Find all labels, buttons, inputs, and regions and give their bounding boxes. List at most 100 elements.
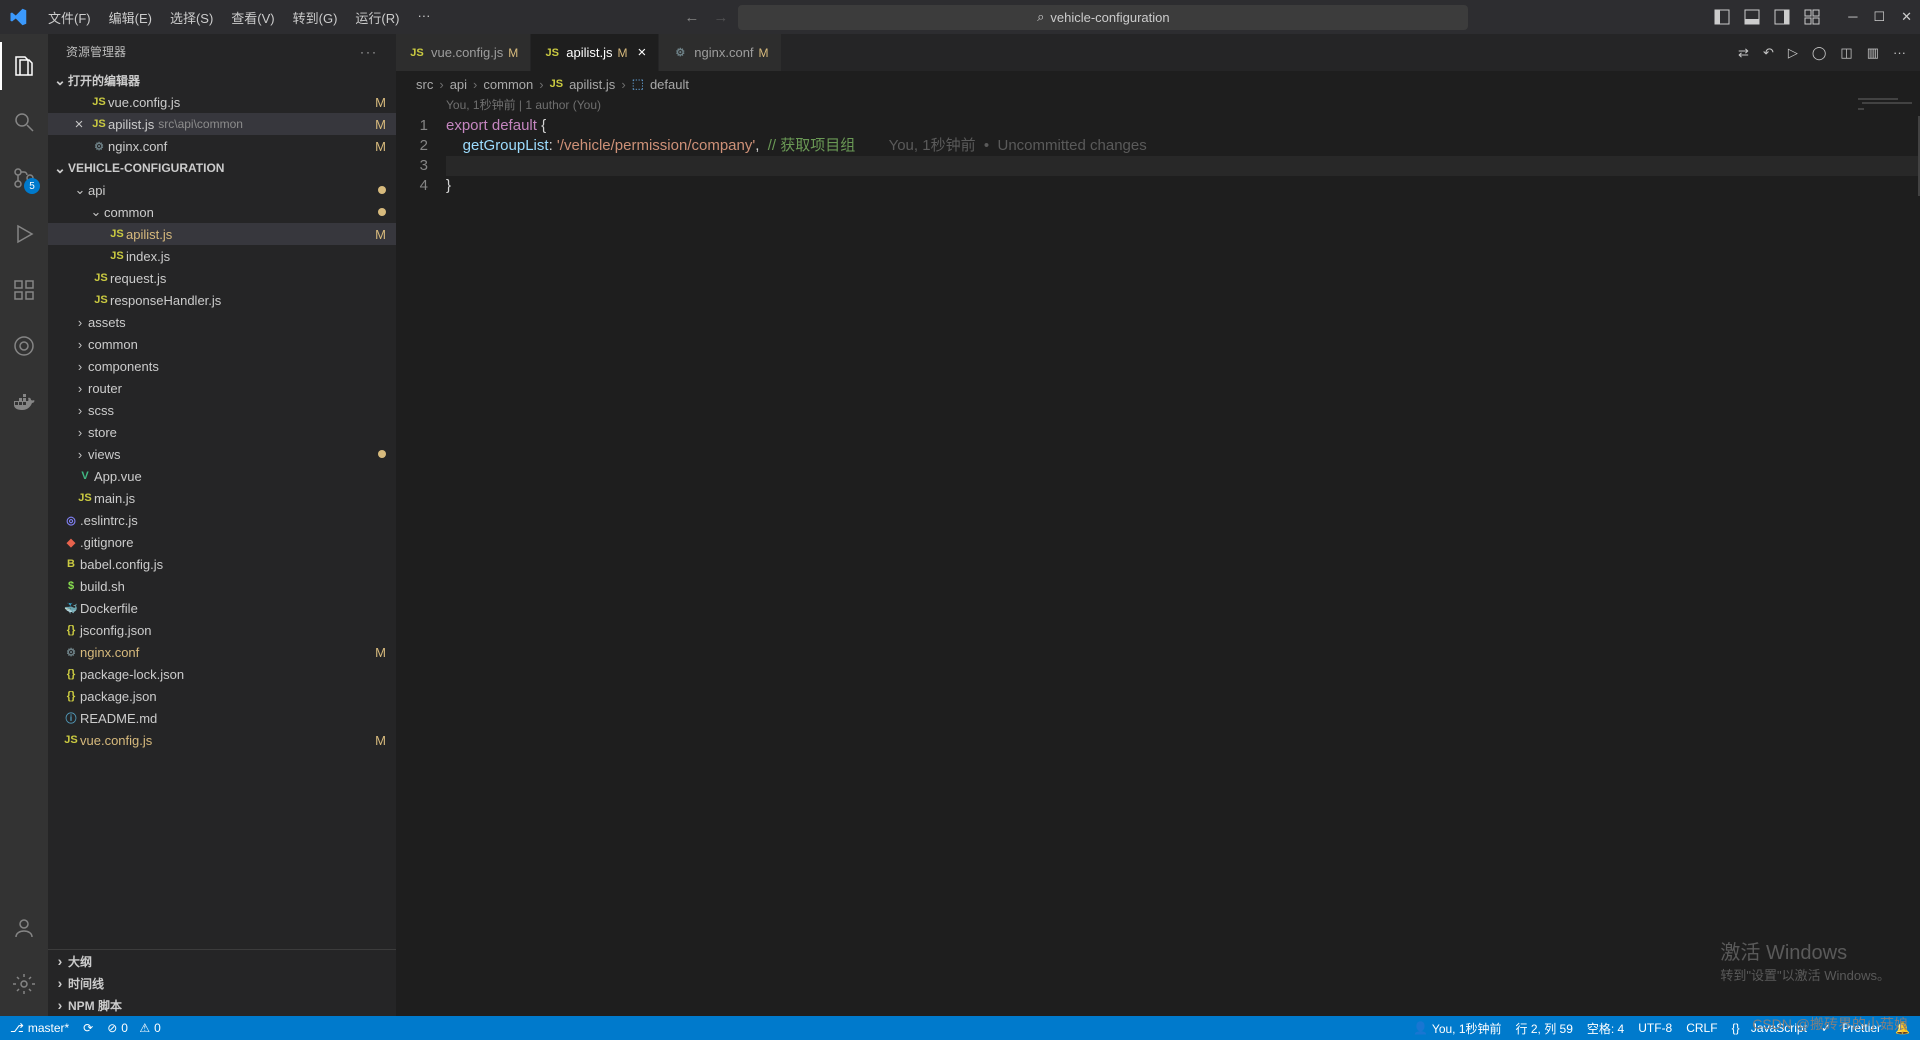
eslint-icon: ◎ <box>62 514 80 527</box>
menu-go[interactable]: 转到(G) <box>285 4 346 31</box>
file-docker[interactable]: 🐳Dockerfile <box>48 597 396 619</box>
status-cursor[interactable]: 行 2, 列 59 <box>1516 1020 1573 1037</box>
file-eslintrc[interactable]: ◎.eslintrc.js <box>48 509 396 531</box>
menu-view[interactable]: 查看(V) <box>223 4 282 31</box>
code-editor[interactable]: You, 1秒钟前 | 1 author (You) 1 2 3 4 expor… <box>396 96 1920 1016</box>
bc-api[interactable]: api <box>450 77 467 92</box>
open-file-nginx[interactable]: × ⚙ nginx.conf M <box>48 135 396 157</box>
folder-scss[interactable]: ›scss <box>48 399 396 421</box>
file-babel[interactable]: Bbabel.config.js <box>48 553 396 575</box>
menu-edit[interactable]: 编辑(E) <box>101 4 160 31</box>
file-mainjs[interactable]: JSmain.js <box>48 487 396 509</box>
circle-icon[interactable]: ◯ <box>1812 45 1827 61</box>
layout-toggle-primary-icon[interactable] <box>1714 9 1730 25</box>
menu-bar: 文件(F) 编辑(E) 选择(S) 查看(V) 转到(G) 运行(R) ··· <box>40 4 438 31</box>
activity-settings[interactable] <box>0 960 48 1008</box>
file-pkglock[interactable]: {}package-lock.json <box>48 663 396 685</box>
status-blame[interactable]: 👤You, 1秒钟前 <box>1413 1020 1502 1037</box>
bc-file[interactable]: apilist.js <box>569 77 615 92</box>
close-icon[interactable]: × <box>68 116 90 133</box>
open-file-vueconfig[interactable]: × JS vue.config.js M <box>48 91 396 113</box>
activity-extensions[interactable] <box>0 266 48 314</box>
layout-toggle-secondary-icon[interactable] <box>1774 9 1790 25</box>
outline-section[interactable]: ›大纲 <box>48 950 396 972</box>
folder-api[interactable]: ⌄api <box>48 179 396 201</box>
bc-src[interactable]: src <box>416 77 433 92</box>
npm-section[interactable]: ›NPM 脚本 <box>48 994 396 1016</box>
layout-toggle-panel-icon[interactable] <box>1744 9 1760 25</box>
layout-customize-icon[interactable] <box>1804 9 1820 25</box>
file-nginx[interactable]: ⚙nginx.confM <box>48 641 396 663</box>
explorer-more-icon[interactable]: ··· <box>360 45 378 59</box>
run-icon[interactable]: ▷ <box>1788 45 1798 61</box>
status-encoding[interactable]: UTF-8 <box>1638 1021 1672 1035</box>
folder-common2[interactable]: ›common <box>48 333 396 355</box>
bc-symbol[interactable]: default <box>650 77 689 92</box>
menu-more[interactable]: ··· <box>409 4 438 31</box>
activity-debug[interactable] <box>0 210 48 258</box>
status-prettier[interactable]: ✓ Prettier <box>1821 1021 1881 1035</box>
activity-remote[interactable] <box>0 322 48 370</box>
project-section[interactable]: ⌄VEHICLE-CONFIGURATION <box>48 157 396 179</box>
file-build[interactable]: $build.sh <box>48 575 396 597</box>
file-request[interactable]: JSrequest.js <box>48 267 396 289</box>
more-icon[interactable]: ··· <box>1893 45 1906 60</box>
file-responsehandler[interactable]: JSresponseHandler.js <box>48 289 396 311</box>
status-eol[interactable]: CRLF <box>1686 1021 1717 1035</box>
close-icon[interactable]: × <box>638 44 647 61</box>
menu-select[interactable]: 选择(S) <box>162 4 221 31</box>
chevron-right-icon: › <box>72 337 88 352</box>
minimap[interactable] <box>1858 98 1918 110</box>
file-gitignore[interactable]: ◆.gitignore <box>48 531 396 553</box>
bc-common[interactable]: common <box>483 77 533 92</box>
folder-common[interactable]: ⌄common <box>48 201 396 223</box>
menu-file[interactable]: 文件(F) <box>40 4 99 31</box>
folder-components[interactable]: ›components <box>48 355 396 377</box>
status-notifications[interactable]: 🔔 <box>1895 1021 1910 1035</box>
minimize-icon[interactable]: ─ <box>1848 9 1857 25</box>
status-language[interactable]: {} JavaScript <box>1732 1021 1807 1035</box>
timeline-section[interactable]: ›时间线 <box>48 972 396 994</box>
layout-icon[interactable]: ▥ <box>1867 45 1879 61</box>
status-indent[interactable]: 空格: 4 <box>1587 1020 1624 1037</box>
file-readme[interactable]: ⓘREADME.md <box>48 707 396 729</box>
command-center[interactable]: ⌕ vehicle-configuration <box>738 5 1468 30</box>
file-appvue[interactable]: VApp.vue <box>48 465 396 487</box>
activity-account[interactable] <box>0 904 48 952</box>
compare-icon[interactable]: ⇄ <box>1738 45 1749 61</box>
file-apilist[interactable]: JSapilist.jsM <box>48 223 396 245</box>
tab-apilist[interactable]: JSapilist.jsM× <box>531 34 659 71</box>
status-sync[interactable]: ⟳ <box>83 1021 93 1035</box>
folder-views[interactable]: ›views <box>48 443 396 465</box>
split-icon[interactable]: ◫ <box>1840 45 1852 61</box>
status-branch[interactable]: ⎇master* <box>10 1021 69 1035</box>
code-lines[interactable]: export default { getGroupList: '/vehicle… <box>446 96 1920 1016</box>
activity-explorer[interactable] <box>0 42 48 90</box>
status-problems[interactable]: ⊘0 ⚠0 <box>107 1021 161 1035</box>
tab-nginx[interactable]: ⚙nginx.confM <box>659 34 781 71</box>
file-vuecfg[interactable]: JSvue.config.jsM <box>48 729 396 751</box>
open-editors-section[interactable]: ⌄打开的编辑器 <box>48 69 396 91</box>
revert-icon[interactable]: ↶ <box>1763 45 1774 61</box>
nav-forward-icon[interactable]: → <box>713 9 728 26</box>
maximize-icon[interactable]: ☐ <box>1873 9 1885 25</box>
user-icon: 👤 <box>1413 1021 1428 1035</box>
breadcrumbs[interactable]: src› api› common› JSapilist.js› ⬚default <box>396 72 1920 96</box>
activity-docker[interactable] <box>0 378 48 426</box>
activity-search[interactable] <box>0 98 48 146</box>
modified-badge: M <box>375 139 386 154</box>
file-index[interactable]: JSindex.js <box>48 245 396 267</box>
folder-router[interactable]: ›router <box>48 377 396 399</box>
js-icon: JS <box>92 294 110 306</box>
tab-vueconfig[interactable]: JSvue.config.jsM <box>396 34 531 71</box>
folder-assets[interactable]: ›assets <box>48 311 396 333</box>
activity-scm[interactable]: 5 <box>0 154 48 202</box>
open-file-apilist[interactable]: × JS apilist.js src\api\common M <box>48 113 396 135</box>
folder-store[interactable]: ›store <box>48 421 396 443</box>
nav-back-icon[interactable]: ← <box>684 9 699 26</box>
file-pkg[interactable]: {}package.json <box>48 685 396 707</box>
menu-run[interactable]: 运行(R) <box>347 4 407 31</box>
close-icon[interactable]: ✕ <box>1901 9 1912 25</box>
gear-icon: ⚙ <box>671 46 689 59</box>
file-jsconfig[interactable]: {}jsconfig.json <box>48 619 396 641</box>
